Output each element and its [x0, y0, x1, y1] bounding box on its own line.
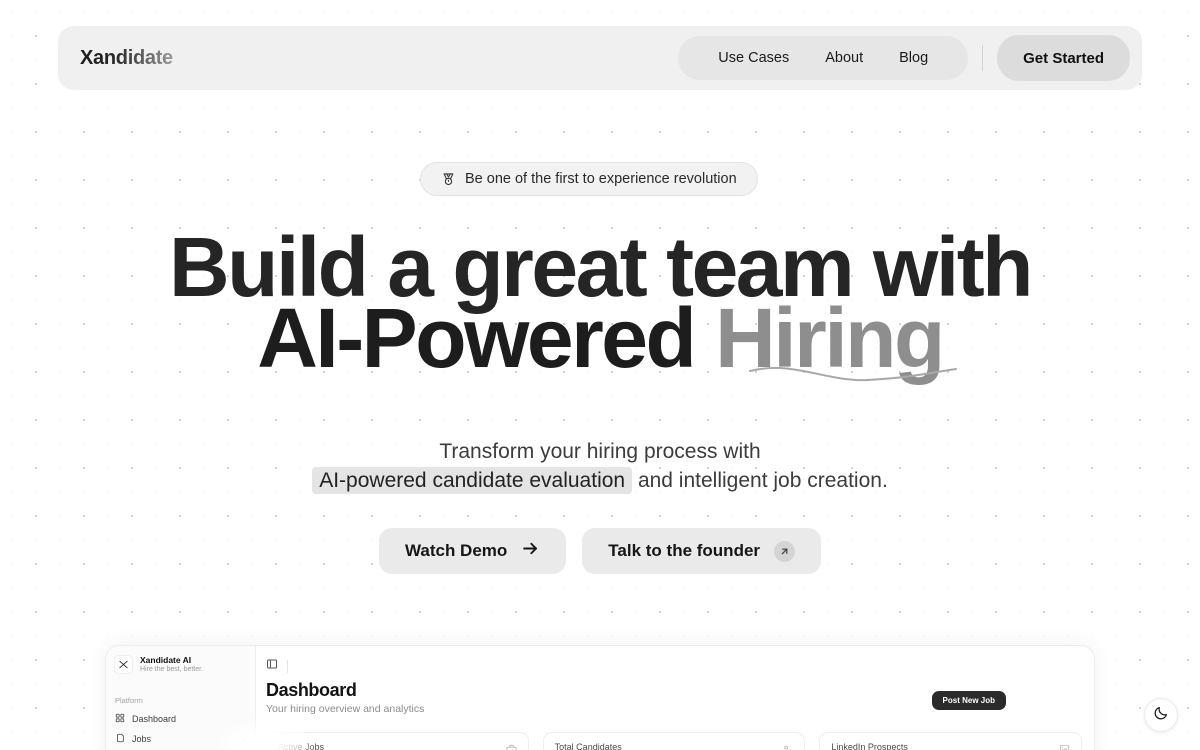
hero-subtitle-line1: Transform your hiring process with	[439, 440, 761, 463]
dashboard-brand-name: Xandidate AI	[140, 655, 192, 665]
announcement-badge-text: Be one of the first to experience revolu…	[465, 171, 737, 187]
hero-subtitle-tail: and intelligent job creation.	[637, 468, 888, 492]
linkedin-icon	[1059, 742, 1070, 750]
users-icon	[782, 742, 793, 750]
hero-subtitle: Transform your hiring process with AI-po…	[0, 438, 1200, 495]
dashboard-brand-text: Xandidate AI Hire the best, better.	[140, 655, 203, 674]
brand-logo[interactable]: Xandidate	[80, 47, 173, 70]
dashboard-preview: Xandidate AI Hire the best, better. Plat…	[105, 645, 1095, 750]
sidebar-item-dashboard[interactable]: Dashboard	[106, 709, 255, 729]
talk-to-founder-button[interactable]: Talk to the founder	[582, 528, 822, 574]
sidebar-item-jobs[interactable]: Jobs ›	[106, 729, 255, 749]
briefcase-icon	[506, 742, 517, 750]
hero-headline-accent: Hiring	[715, 291, 945, 385]
sidebar-item-jobs-label: Jobs	[132, 734, 152, 745]
hero-subtitle-line2: AI-powered candidate evaluation and inte…	[0, 466, 1200, 496]
watch-demo-label: Watch Demo	[404, 541, 508, 560]
primary-nav: Use Cases About Blog	[678, 36, 969, 80]
hero-headline-dark: AI-Powered	[257, 291, 697, 385]
dashboard-sidebar: Xandidate AI Hire the best, better. Plat…	[106, 646, 256, 750]
dark-mode-toggle[interactable]	[1144, 698, 1178, 732]
hero-subtitle-highlight: AI-powered candidate evaluation	[312, 466, 633, 494]
arrow-right-icon	[521, 539, 540, 563]
file-icon	[115, 733, 125, 745]
nav-item-blog[interactable]: Blog	[881, 50, 946, 66]
stat-card-label: Total Candidates	[554, 742, 622, 750]
site-header: Xandidate Use Cases About Blog Get Start…	[58, 26, 1142, 90]
dashboard-brand: Xandidate AI Hire the best, better.	[106, 646, 255, 675]
nav-divider	[982, 45, 984, 71]
talk-to-founder-label: Talk to the founder	[608, 541, 761, 560]
hero-cta-group: Watch Demo Talk to the founder	[0, 528, 1200, 574]
dashboard-main: Dashboard Your hiring overview and analy…	[256, 646, 1094, 750]
dashboard-stat-cards: Active Jobs Total Candidates LinkedIn Pr…	[266, 732, 1083, 750]
stat-card-label: LinkedIn Prospects	[831, 742, 908, 750]
landing-page: Xandidate Use Cases About Blog Get Start…	[0, 0, 1200, 750]
sidebar-toggle-icon[interactable]	[266, 657, 278, 675]
watch-demo-button[interactable]: Watch Demo	[378, 528, 567, 574]
hero-headline-line2: AI-Powered Hiring	[0, 295, 1200, 382]
dashboard-brand-tagline: Hire the best, better.	[140, 665, 204, 673]
header-nav-right: Use Cases About Blog Get Started	[678, 26, 1142, 90]
announcement-badge[interactable]: Be one of the first to experience revolu…	[420, 162, 758, 196]
nav-item-about[interactable]: About	[807, 50, 881, 66]
medal-icon	[441, 172, 456, 187]
stat-card-active-jobs[interactable]: Active Jobs	[266, 732, 529, 750]
topbar-divider	[287, 659, 288, 673]
get-started-button[interactable]: Get Started	[997, 35, 1130, 81]
post-new-job-button[interactable]: Post New Job	[931, 691, 1006, 710]
nav-item-use-cases[interactable]: Use Cases	[700, 50, 807, 66]
moon-icon	[1153, 705, 1169, 726]
stat-card-linkedin-prospects[interactable]: LinkedIn Prospects	[819, 732, 1083, 750]
chevron-right-icon: ›	[243, 734, 246, 745]
stat-card-total-candidates[interactable]: Total Candidates	[542, 732, 806, 750]
grid-icon	[115, 713, 125, 725]
dashboard-topbar	[256, 646, 1094, 674]
arrow-up-right-icon	[774, 540, 796, 562]
xandidate-logo-icon	[114, 655, 133, 675]
sidebar-item-dashboard-label: Dashboard	[132, 714, 177, 725]
stat-card-label: Active Jobs	[278, 742, 325, 750]
sidebar-section-label: Platform	[115, 696, 143, 706]
